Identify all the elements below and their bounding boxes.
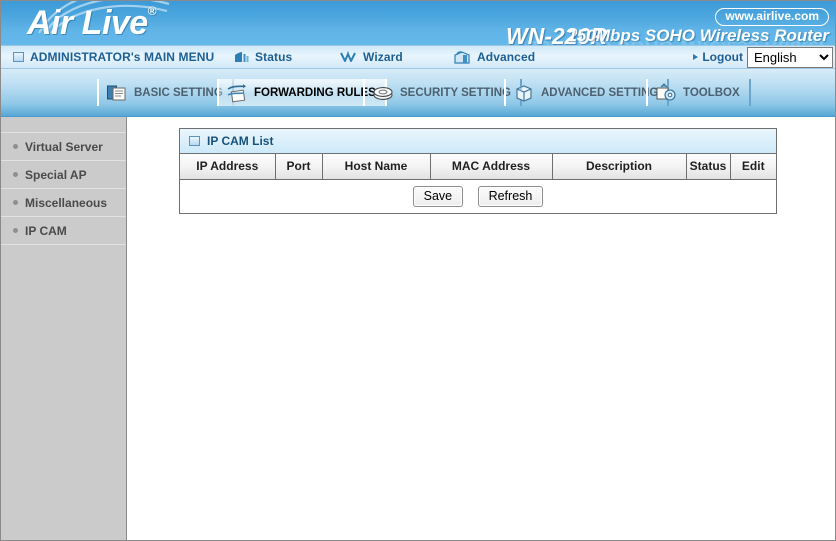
sidebar-item-special-ap-label: Special AP — [25, 167, 87, 182]
column-header-status: Status — [686, 154, 731, 180]
sidebar-item-ip-cam[interactable]: IP CAM — [1, 217, 126, 245]
table-header-row: IP Address Port Host Name MAC Address De… — [180, 154, 776, 180]
sidebar-item-virtual-server-label: Virtual Server — [25, 139, 103, 154]
menu-item-status[interactable]: Status — [233, 46, 292, 68]
menu-item-advanced[interactable]: Advanced — [453, 46, 535, 68]
column-header-description: Description — [552, 154, 687, 180]
product-tagline: 150Mbps SOHO Wireless Router — [567, 26, 829, 45]
table-body: Save Refresh — [180, 179, 776, 213]
sidebar-menu: Virtual Server Special AP Miscellaneous … — [1, 117, 127, 540]
tab-security-setting[interactable]: SECURITY SETTING — [363, 79, 522, 106]
bullet-icon — [13, 144, 18, 149]
menu-item-wizard-label: Wizard — [363, 50, 403, 64]
sidebar-item-special-ap[interactable]: Special AP — [1, 161, 126, 189]
table-actions-cell: Save Refresh — [180, 179, 776, 213]
header-banner: 150Mbps SOHO Wireless Router Air Live® W… — [1, 1, 835, 45]
wand-icon — [340, 50, 356, 62]
menu-item-status-label: Status — [255, 50, 293, 64]
tab-forwarding-rules-label: FORWARDING RULES — [254, 86, 376, 99]
brand-logo: Air Live® — [27, 4, 157, 43]
tab-basic-setting-label: BASIC SETTING — [134, 86, 223, 99]
logout-button[interactable]: Logout — [693, 46, 743, 68]
documents-icon — [107, 85, 126, 100]
tab-toolbox[interactable]: TOOLBOX — [646, 79, 751, 106]
column-header-port: Port — [275, 154, 323, 180]
tab-basic-setting[interactable]: BASIC SETTING — [97, 79, 234, 106]
sidebar-item-miscellaneous[interactable]: Miscellaneous — [1, 189, 126, 217]
menu-item-administrator-main-menu[interactable]: ADMINISTRATOR's MAIN MENU — [13, 46, 214, 68]
sidebar-item-virtual-server[interactable]: Virtual Server — [1, 133, 126, 161]
language-select[interactable]: English — [747, 47, 833, 68]
sidebar-item-miscellaneous-label: Miscellaneous — [25, 195, 108, 210]
sidebar-item-ip-cam-label: IP CAM — [25, 223, 67, 238]
menu-item-administrator-label: ADMINISTRATOR's MAIN MENU — [30, 50, 215, 64]
tab-forwarding-rules[interactable]: FORWARDING RULES — [217, 79, 387, 106]
website-badge[interactable]: www.airlive.com — [715, 8, 829, 26]
bullet-icon — [13, 172, 18, 177]
content-area: IP CAM List IP Address Port Host Name MA… — [128, 117, 835, 540]
window-icon — [13, 52, 24, 62]
refresh-button[interactable]: Refresh — [477, 185, 544, 207]
menu-item-wizard[interactable]: Wizard — [339, 46, 403, 68]
panel-title-label: IP CAM List — [207, 134, 274, 148]
tab-advanced-setting[interactable]: ADVANCED SETTING — [504, 79, 670, 106]
column-header-ip-address: IP Address — [180, 154, 276, 180]
bullet-icon — [13, 228, 18, 233]
panel-title-bar: IP CAM List — [180, 129, 776, 154]
arrow-right-icon — [693, 54, 699, 60]
router-admin-page: 150Mbps SOHO Wireless Router Air Live® W… — [0, 0, 836, 541]
table-actions-row: Save Refresh — [180, 179, 776, 213]
shield-disc-icon — [373, 86, 393, 100]
square-bullet-icon — [189, 136, 200, 146]
tab-toolbox-label: TOOLBOX — [683, 86, 740, 99]
signal-bars-icon — [235, 51, 249, 62]
column-header-host-name: Host Name — [322, 154, 431, 180]
tab-security-setting-label: SECURITY SETTING — [400, 86, 511, 99]
column-header-mac-address: MAC Address — [430, 154, 553, 180]
ip-cam-list-panel: IP CAM List IP Address Port Host Name MA… — [179, 128, 777, 214]
column-header-edit: Edit — [730, 154, 776, 180]
main-tab-bar: BASIC SETTING FORWARDING RULES SECURITY … — [1, 69, 835, 117]
toolbox-icon — [454, 50, 470, 64]
bullet-icon — [13, 200, 18, 205]
save-button[interactable]: Save — [412, 185, 464, 207]
arrows-icon — [227, 83, 246, 102]
brand-logo-text: Air Live — [27, 4, 148, 42]
gear-tools-icon — [656, 82, 676, 101]
cube-box-icon — [516, 84, 532, 102]
ip-cam-table: IP Address Port Host Name MAC Address De… — [180, 154, 776, 213]
logout-label: Logout — [702, 50, 743, 64]
top-menu-bar: ADMINISTRATOR's MAIN MENU Status Wizard — [1, 45, 835, 69]
tab-advanced-setting-label: ADVANCED SETTING — [541, 86, 659, 99]
sidebar-top-spacer — [1, 117, 126, 133]
brand-registered-mark: ® — [147, 4, 157, 18]
menu-item-advanced-label: Advanced — [477, 50, 536, 64]
